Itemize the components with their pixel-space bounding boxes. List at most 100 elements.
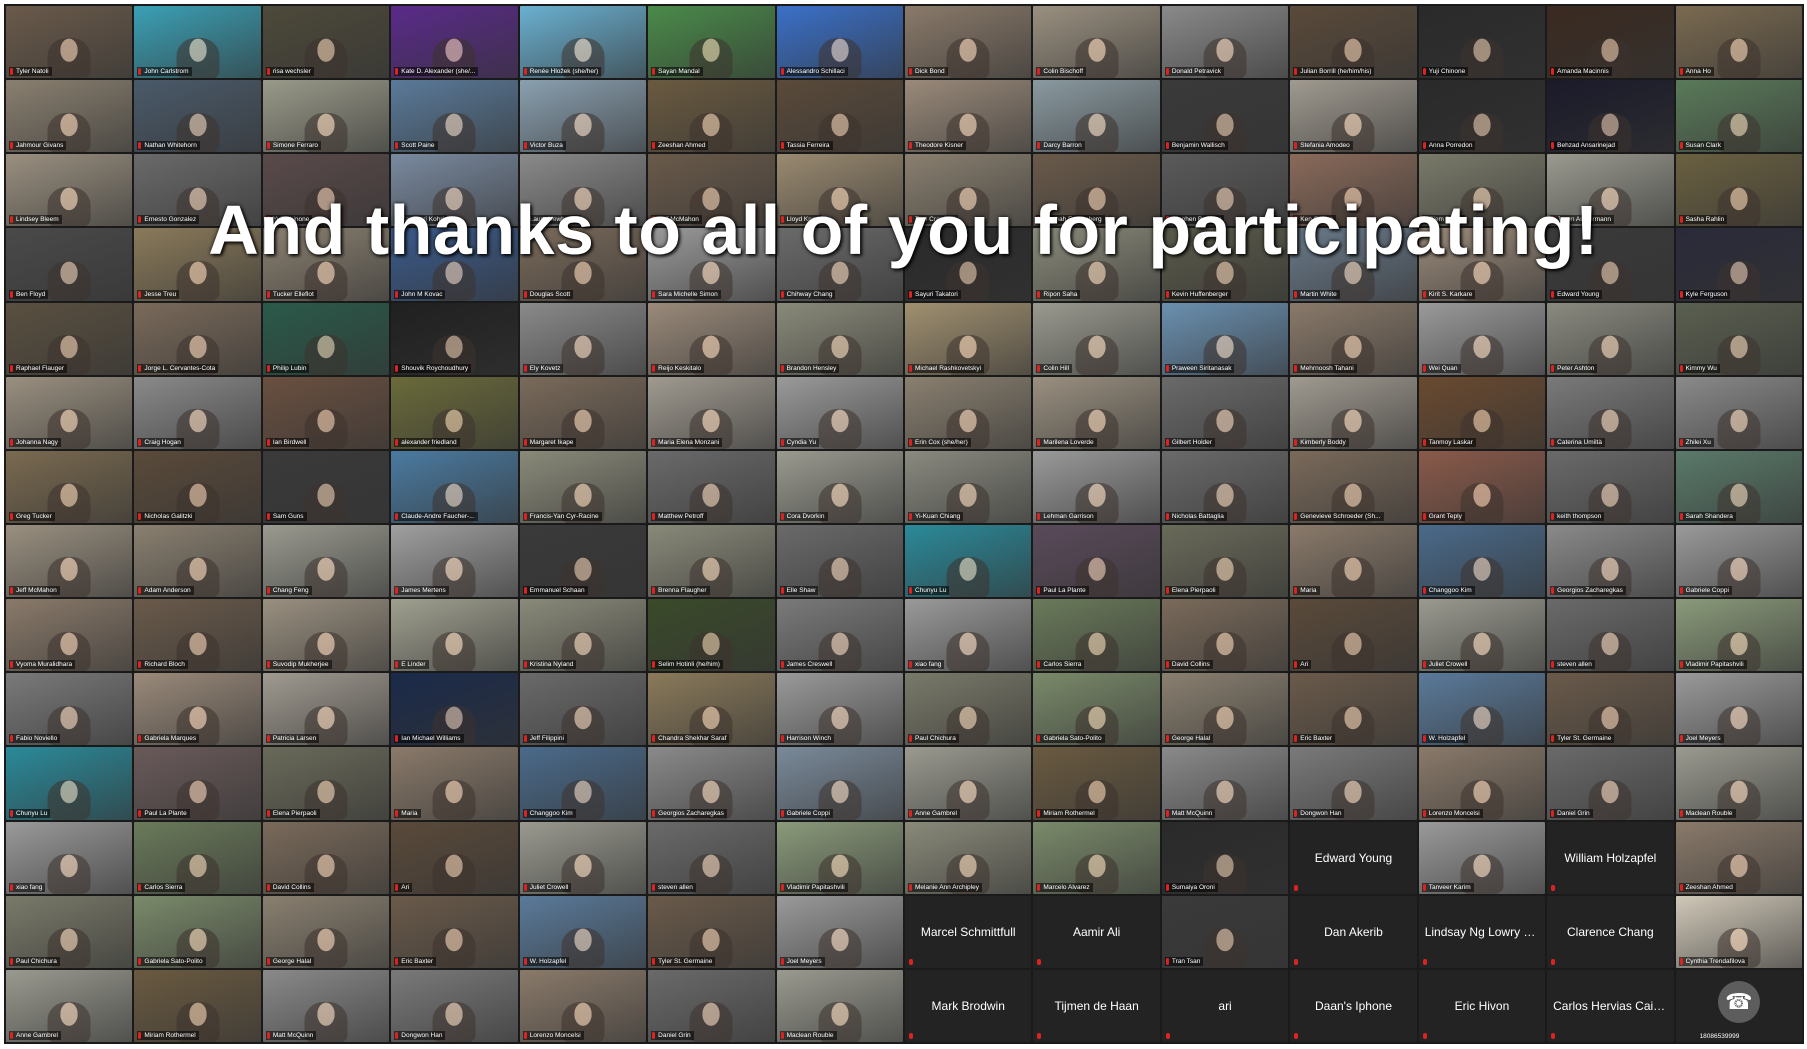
participant-video-tile[interactable]: Tucker Elleflot: [262, 228, 390, 301]
participant-video-tile[interactable]: Margaret Ikape: [519, 376, 647, 449]
participant-video-tile[interactable]: Ian Birdwell: [262, 376, 390, 449]
participant-video-tile[interactable]: Cynthia Trendafilova: [1675, 895, 1802, 968]
participant-video-tile[interactable]: Scott Paine: [391, 80, 518, 153]
participant-video-tile[interactable]: Maria Elena Monzani: [648, 376, 775, 449]
participant-tile-camera-off[interactable]: Carlos Hervias Caima...: [1547, 969, 1674, 1042]
participant-video-tile[interactable]: alexander friedland: [391, 376, 518, 449]
participant-video-tile[interactable]: Matt McQuinn: [262, 969, 390, 1042]
participant-video-tile[interactable]: Suvodip Mukherjee: [262, 599, 390, 672]
participant-video-tile[interactable]: Craig Hogan: [134, 376, 261, 449]
participant-video-tile[interactable]: Anna Ho: [1675, 6, 1802, 79]
participant-video-tile[interactable]: Susan Clark: [1675, 80, 1802, 153]
participant-video-tile[interactable]: Vyoma Muralidhara: [6, 599, 133, 672]
participant-video-tile[interactable]: Laura Newburgh: [519, 154, 647, 227]
participant-video-tile[interactable]: Gabriela Marques: [134, 673, 261, 746]
participant-video-tile[interactable]: Alessandro Schillaci: [776, 6, 903, 79]
participant-video-tile[interactable]: Georgios Zacharegkas: [1547, 525, 1674, 598]
participant-tile-camera-off[interactable]: Aamir Ali: [1033, 895, 1160, 968]
participant-video-tile[interactable]: Maria: [391, 747, 518, 820]
participant-video-tile[interactable]: George Halal: [262, 895, 390, 968]
participant-video-tile[interactable]: Dongwon Han: [1290, 747, 1417, 820]
participant-video-tile[interactable]: Tyler Natoli: [6, 6, 133, 79]
participant-video-tile[interactable]: George Halal: [1161, 673, 1289, 746]
participant-video-tile[interactable]: Genevieve Schroeder (Sh...: [1290, 450, 1417, 523]
participant-video-tile[interactable]: Kirit S. Karkare: [1418, 228, 1546, 301]
participant-tile-camera-off[interactable]: Clarence Chang: [1547, 895, 1674, 968]
participant-tile-camera-off[interactable]: Daan's Iphone: [1290, 969, 1417, 1042]
participant-video-tile[interactable]: Paul Chichura: [6, 895, 133, 968]
participant-video-tile[interactable]: Reijo Keskitalo: [648, 302, 775, 375]
participant-tile-camera-off[interactable]: Dan Akerib: [1290, 895, 1417, 968]
participant-video-tile[interactable]: Tyler St. Germaine: [1547, 673, 1674, 746]
participant-video-tile[interactable]: Lindsey Bleem: [6, 154, 133, 227]
participant-video-tile[interactable]: Ben Floyd: [6, 228, 133, 301]
participant-video-tile[interactable]: Edward Young: [1547, 228, 1674, 301]
participant-video-tile[interactable]: Yuji Chinone: [262, 154, 390, 227]
participant-video-tile[interactable]: Jeff McMahon: [6, 525, 133, 598]
participant-video-tile[interactable]: Vladimir Papitashvili: [1675, 599, 1802, 672]
participant-video-tile[interactable]: Paul La Plante: [134, 747, 261, 820]
participant-video-tile[interactable]: Fabio Noviello: [6, 673, 133, 746]
participant-video-tile[interactable]: Kate D. Alexander (she/...: [391, 6, 518, 79]
participant-video-tile[interactable]: Paul Chichura: [905, 673, 1032, 746]
participant-video-tile[interactable]: Nicholas Galitzki: [134, 450, 261, 523]
participant-video-tile[interactable]: Matt McQuinn: [1161, 747, 1289, 820]
participant-tile-camera-off[interactable]: Edward Young: [1290, 821, 1417, 894]
participant-video-tile[interactable]: James Creswell: [776, 599, 903, 672]
participant-video-tile[interactable]: Benjamin Wallisch: [1161, 80, 1289, 153]
participant-video-tile[interactable]: Paul La Plante: [1033, 525, 1160, 598]
participant-video-tile[interactable]: Chunyu Lu: [6, 747, 133, 820]
participant-video-tile[interactable]: Johanna Nagy: [6, 376, 133, 449]
participant-video-tile[interactable]: Zeeshan Ahmed: [648, 80, 775, 153]
participant-video-tile[interactable]: Maclean Rouble: [776, 969, 903, 1042]
participant-video-tile[interactable]: Gabriele Coppi: [1675, 525, 1802, 598]
participant-video-tile[interactable]: Eric Baxter: [1290, 673, 1417, 746]
participant-video-tile[interactable]: Matthew Petroff: [648, 450, 775, 523]
participant-video-tile[interactable]: Hannah Fronenberg: [1033, 154, 1160, 227]
participant-video-tile[interactable]: Jason Austermann: [1547, 154, 1674, 227]
participant-video-tile[interactable]: Simone Ferraro: [262, 80, 390, 153]
participant-video-tile[interactable]: Jeff McMahon: [648, 154, 775, 227]
participant-video-tile[interactable]: Kevin Huffenberger: [1161, 228, 1289, 301]
participant-video-tile[interactable]: Daniel Grin: [648, 969, 775, 1042]
participant-video-tile[interactable]: Richard Bloch: [134, 599, 261, 672]
participant-video-tile[interactable]: Sasha Rahlin: [1675, 154, 1802, 227]
participant-video-tile[interactable]: Victor Buza: [519, 80, 647, 153]
participant-video-tile[interactable]: Sara Michelle Simon: [648, 228, 775, 301]
participant-video-tile[interactable]: xiao fang: [905, 599, 1032, 672]
participant-video-tile[interactable]: Colin Bischoff: [1033, 6, 1160, 79]
participant-video-tile[interactable]: steven allen: [648, 821, 775, 894]
participant-video-tile[interactable]: Yi-Kuan Chiang: [905, 450, 1032, 523]
participant-video-tile[interactable]: Erin Cox (she/her): [905, 376, 1032, 449]
participant-video-tile[interactable]: Sumaiya Oroni: [1161, 821, 1289, 894]
participant-video-tile[interactable]: Ken Ganga: [1290, 154, 1417, 227]
participant-video-tile[interactable]: Nathan Whitehorn: [134, 80, 261, 153]
participant-video-tile[interactable]: Ripon Saha: [1033, 228, 1160, 301]
participant-video-tile[interactable]: Claude-Andre Faucher-...: [391, 450, 518, 523]
participant-video-tile[interactable]: Melanie Ann Archipley: [905, 821, 1032, 894]
participant-video-tile[interactable]: Michael Rashkovetskyi: [905, 302, 1032, 375]
participant-video-tile[interactable]: Jeff Filippini: [519, 673, 647, 746]
participant-video-tile[interactable]: Jorge L. Cervantes-Cota: [134, 302, 261, 375]
participant-video-tile[interactable]: Miriam Rothermel: [134, 969, 261, 1042]
participant-video-tile[interactable]: Changgoo Kim: [1418, 525, 1546, 598]
participant-video-tile[interactable]: Ari: [391, 821, 518, 894]
participant-video-tile[interactable]: Behzad Ansarinejad: [1547, 80, 1674, 153]
participant-video-tile[interactable]: Amanda Macinnis: [1547, 6, 1674, 79]
participant-video-tile[interactable]: Maria: [1290, 525, 1417, 598]
participant-video-tile[interactable]: Daniel Grin: [1547, 747, 1674, 820]
participant-video-tile[interactable]: Lloyd Knox: [776, 154, 903, 227]
participant-video-tile[interactable]: Kazunori Kohri: [391, 154, 518, 227]
participant-video-tile[interactable]: Tran Tsan: [1161, 895, 1289, 968]
participant-video-tile[interactable]: Georgios Zacharegkas: [648, 747, 775, 820]
participant-video-tile[interactable]: keith thompson: [1547, 450, 1674, 523]
participant-video-tile[interactable]: Stefania Amodeo: [1290, 80, 1417, 153]
participant-video-tile[interactable]: Shouvik Roychoudhury: [391, 302, 518, 375]
participant-video-tile[interactable]: Dongwon Han: [391, 969, 518, 1042]
participant-video-tile[interactable]: Darcy Barron: [1033, 80, 1160, 153]
participant-video-tile[interactable]: Theodore Kisner: [905, 80, 1032, 153]
participant-video-tile[interactable]: Eric Baxter: [391, 895, 518, 968]
participant-tile-camera-off[interactable]: ari: [1161, 969, 1289, 1042]
participant-video-tile[interactable]: Ian Michael Williams: [391, 673, 518, 746]
participant-video-tile[interactable]: Joel Meyers: [776, 895, 903, 968]
